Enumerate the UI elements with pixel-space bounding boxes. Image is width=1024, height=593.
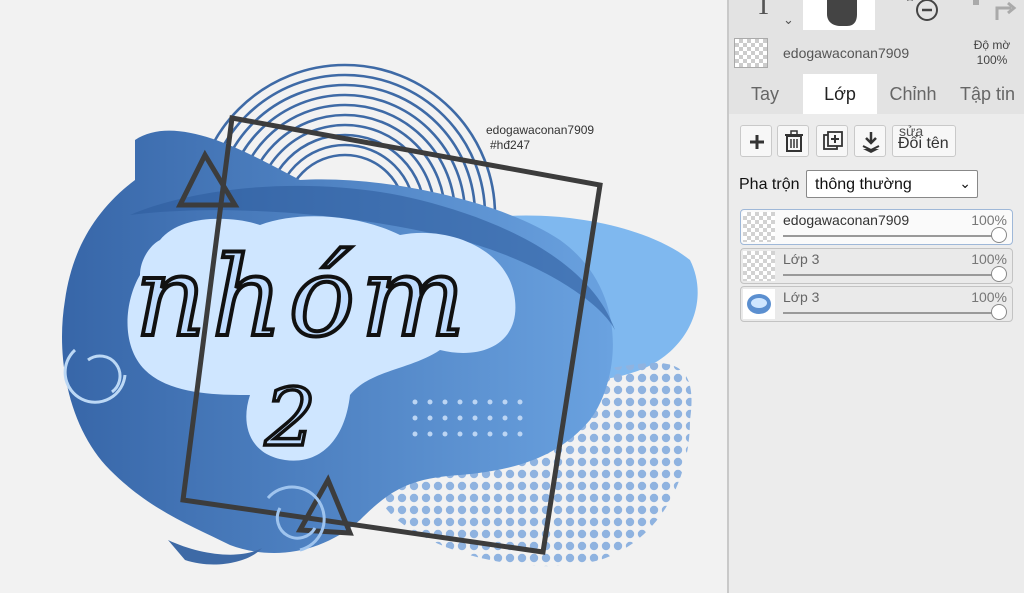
merge-down-button[interactable] [854,125,886,157]
current-layer-name: edogawaconan7909 [783,45,910,61]
drawing-canvas[interactable]: nhóm 2 edogawaconan7909 #hđ247 [0,0,727,593]
blend-mode-label: Pha trộn [739,176,800,193]
artwork: nhóm 2 edogawaconan7909 #hđ247 [62,63,698,567]
layers-list: edogawaconan7909 100% Lớp 3 100% Lớp 3 1… [729,204,1024,593]
text-tool-button[interactable]: T ⌄ [729,0,801,30]
layer-thumbnail [743,251,775,281]
merge-down-icon [862,132,880,153]
layer-row[interactable]: edogawaconan7909 100% [740,209,1013,245]
plus-icon [750,135,764,149]
rename-label: Đổi tên [898,135,949,152]
tab-adjust[interactable]: Chỉnh [877,74,949,114]
slider-knob[interactable] [991,266,1007,282]
zoom-out-tool-button[interactable] [879,0,949,30]
layer-row[interactable]: Lớp 3 100% [740,286,1013,322]
layer-toolbar: sửa Đổi tên [729,114,1024,174]
delete-layer-button[interactable] [777,125,809,157]
trash-icon [785,130,803,152]
hand-icon [827,0,857,26]
duplicate-icon [823,131,843,150]
layer-name: Lớp 3 [783,289,820,305]
layer-opacity-slider[interactable] [783,235,1003,237]
current-layer-thumbnail [734,38,768,68]
layer-name: Lớp 3 [783,251,820,267]
opacity-value[interactable]: 100% [967,53,1017,67]
layer-opacity-slider[interactable] [783,274,1003,276]
zoom-out-icon [907,0,938,21]
blend-mode-value: thông thường [815,176,912,193]
slider-knob[interactable] [991,227,1007,243]
watermark-name: edogawaconan7909 [486,123,594,137]
text-tool-icon: T [755,0,773,21]
opacity-label: Độ mờ [973,38,1011,52]
hand-tool-button[interactable] [803,0,875,30]
chevron-down-icon: ⌄ [959,175,971,191]
layer-name: edogawaconan7909 [783,212,910,228]
redo-icon [973,0,1017,20]
redo-tool-button[interactable] [953,0,1023,30]
layer-opacity: 100% [971,212,1007,228]
layer-opacity-slider[interactable] [783,312,1003,314]
art-number-text: 2 [264,371,316,464]
layer-thumbnail [743,212,775,242]
add-layer-button[interactable] [740,125,772,157]
tab-file[interactable]: Tập tin [951,74,1024,114]
layer-row[interactable]: Lớp 3 100% [740,248,1013,284]
side-panel: T ⌄ edogawaconan7909 Độ mờ 100% Tay Lớp … [729,0,1024,593]
tab-layer[interactable]: Lớp [803,74,877,114]
layer-opacity: 100% [971,289,1007,305]
slider-knob[interactable] [991,304,1007,320]
art-title-text: nhóm [135,233,471,361]
blend-mode-row: Pha trộn thông thường ⌄ [729,168,1024,204]
watermark-tag: #hđ247 [490,138,530,152]
layer-thumbnail [743,289,775,319]
duplicate-layer-button[interactable] [816,125,848,157]
chevron-down-icon: ⌄ [783,12,794,27]
rename-layer-button[interactable]: sửa Đổi tên [892,123,956,157]
panel-tabs: Tay Lớp Chỉnh Tập tin [729,74,1024,114]
blend-mode-select[interactable]: thông thường ⌄ [806,170,978,198]
tab-hand[interactable]: Tay [729,74,801,114]
artwork-thumbnail-icon [747,294,771,314]
layer-opacity: 100% [971,251,1007,267]
current-layer-header: edogawaconan7909 Độ mờ 100% [729,34,1024,74]
